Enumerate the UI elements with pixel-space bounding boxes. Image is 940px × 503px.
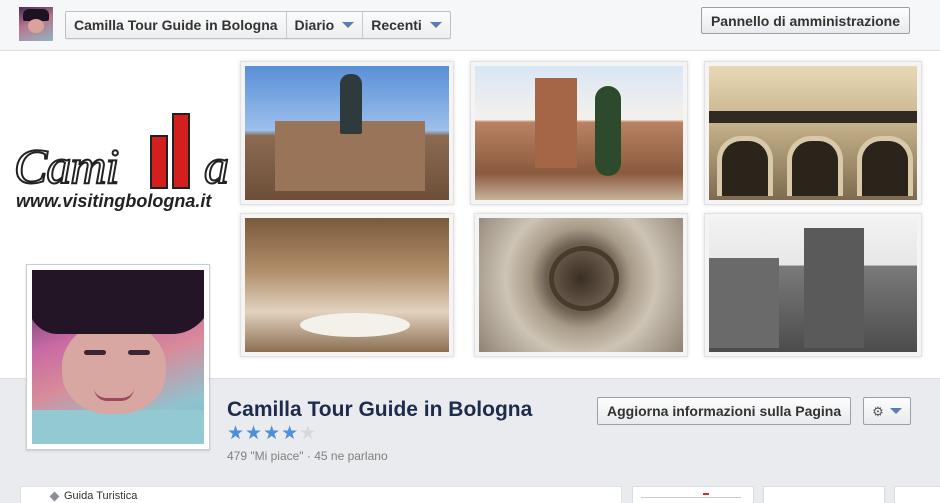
likes-count-text: 479 "Mi piace" · 45 ne parlano bbox=[227, 449, 388, 463]
star-filled-icon[interactable]: ★ bbox=[263, 424, 280, 444]
update-page-info-button[interactable]: Aggiorna informazioni sulla Pagina bbox=[597, 397, 852, 425]
cover-photo-anatomical-theater bbox=[240, 213, 454, 357]
logo-wordmark: Cami bbox=[13, 137, 120, 195]
category-label: Guida Turistica bbox=[64, 490, 138, 502]
page-settings-button[interactable]: ⚙ bbox=[863, 397, 911, 425]
logo-wordmark-tail: a bbox=[203, 137, 230, 195]
page-top-bar: Camilla Tour Guide in Bologna Diario Rec… bbox=[0, 0, 940, 51]
star-filled-icon[interactable]: ★ bbox=[281, 424, 298, 444]
brand-logo: Cami a www.visitingbologna.it bbox=[13, 113, 234, 225]
cover-photo-theater-facade bbox=[704, 61, 922, 205]
diario-dropdown[interactable]: Diario bbox=[287, 12, 364, 38]
profile-eye-left bbox=[84, 350, 106, 355]
cover-photo-neptune-fountain bbox=[240, 61, 454, 205]
map-tile[interactable] bbox=[632, 486, 754, 503]
gear-icon: ⚙ bbox=[872, 403, 884, 419]
star-filled-icon[interactable]: ★ bbox=[245, 424, 262, 444]
recenti-dropdown[interactable]: Recenti bbox=[363, 12, 450, 38]
category-row[interactable]: Guida Turistica bbox=[49, 490, 138, 502]
chevron-down-icon bbox=[889, 408, 902, 414]
cover-photo-santo-stefano bbox=[470, 61, 688, 205]
app-tile[interactable] bbox=[894, 486, 940, 503]
page-breadcrumb: Camilla Tour Guide in Bologna Diario Rec… bbox=[65, 11, 451, 39]
admin-panel-button[interactable]: Pannello di amministrazione bbox=[700, 7, 910, 34]
profile-eye-right bbox=[128, 350, 150, 355]
chevron-down-icon bbox=[429, 22, 442, 28]
diario-label: Diario bbox=[294, 17, 335, 33]
recenti-label: Recenti bbox=[371, 17, 422, 33]
page-name-crumb-label: Camilla Tour Guide in Bologna bbox=[74, 17, 278, 33]
rating-stars[interactable]: ★ ★ ★ ★ ★ bbox=[227, 424, 316, 444]
tag-icon bbox=[49, 491, 60, 501]
app-tile[interactable] bbox=[763, 486, 885, 503]
logo-red-bars bbox=[150, 113, 202, 189]
profile-hair bbox=[32, 270, 204, 334]
chevron-down-icon bbox=[342, 22, 355, 28]
about-box: Guida Turistica bbox=[20, 486, 622, 503]
profile-picture[interactable] bbox=[26, 264, 210, 450]
logo-url: www.visitingbologna.it bbox=[16, 191, 212, 211]
page-name-crumb[interactable]: Camilla Tour Guide in Bologna bbox=[66, 12, 287, 38]
cover-photo-ancient-well bbox=[474, 213, 688, 357]
cover-photo-medieval-tower bbox=[704, 213, 922, 357]
profile-shirt bbox=[32, 410, 204, 444]
star-filled-icon[interactable]: ★ bbox=[227, 424, 244, 444]
star-empty-icon[interactable]: ★ bbox=[299, 424, 316, 444]
page-thumbnail-avatar[interactable] bbox=[19, 7, 53, 41]
avatar-face bbox=[28, 19, 44, 33]
page-info-strip: Guida Turistica bbox=[0, 484, 940, 503]
page-title[interactable]: Camilla Tour Guide in Bologna bbox=[227, 398, 532, 422]
